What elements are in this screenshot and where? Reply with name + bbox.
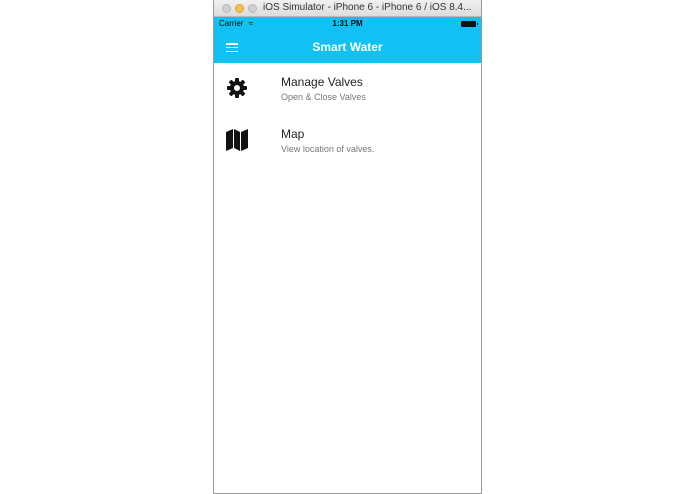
battery-icon (461, 21, 478, 27)
map-icon (226, 129, 248, 151)
menu-list: Manage Valves Open & Close Valves Map Vi… (214, 63, 481, 167)
close-window-button[interactable] (222, 4, 231, 13)
menu-item-subtitle: Open & Close Valves (281, 92, 366, 102)
window-title: iOS Simulator - iPhone 6 - iPhone 6 / iO… (263, 2, 472, 13)
menu-item-manage-valves[interactable]: Manage Valves Open & Close Valves (214, 63, 481, 115)
status-time: 1:31 PM (332, 19, 363, 28)
simulator-window: iOS Simulator - iPhone 6 - iPhone 6 / iO… (213, 0, 482, 494)
menu-item-title: Map (281, 127, 305, 141)
zoom-window-button[interactable] (248, 4, 257, 13)
page-title: Smart Water (312, 40, 383, 54)
menu-item-subtitle: View location of valves. (281, 144, 375, 154)
window-titlebar[interactable]: iOS Simulator - iPhone 6 - iPhone 6 / iO… (214, 0, 481, 17)
gear-icon (227, 78, 247, 98)
nav-bar: Smart Water (214, 31, 481, 63)
menu-item-title: Manage Valves (281, 75, 363, 89)
menu-item-map[interactable]: Map View location of valves. (214, 115, 481, 167)
status-bar: Carrier ≈ 1:31 PM (214, 17, 481, 31)
minimize-window-button[interactable] (235, 4, 244, 13)
